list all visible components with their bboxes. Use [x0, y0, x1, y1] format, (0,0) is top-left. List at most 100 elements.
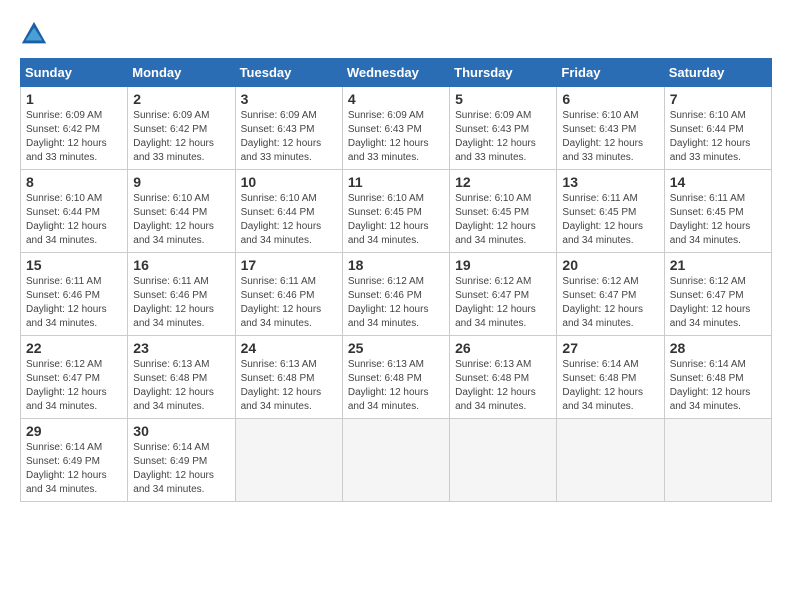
- day-info: Sunrise: 6:12 AMSunset: 6:47 PMDaylight:…: [562, 276, 643, 329]
- calendar-cell: 27 Sunrise: 6:14 AMSunset: 6:48 PMDaylig…: [557, 336, 664, 419]
- day-number: 19: [455, 257, 551, 273]
- calendar-cell: 5 Sunrise: 6:09 AMSunset: 6:43 PMDayligh…: [450, 87, 557, 170]
- calendar-cell: [450, 419, 557, 502]
- day-info: Sunrise: 6:14 AMSunset: 6:49 PMDaylight:…: [26, 442, 107, 495]
- day-number: 14: [670, 174, 766, 190]
- day-info: Sunrise: 6:11 AMSunset: 6:46 PMDaylight:…: [26, 276, 107, 329]
- day-number: 13: [562, 174, 658, 190]
- day-number: 21: [670, 257, 766, 273]
- day-info: Sunrise: 6:09 AMSunset: 6:43 PMDaylight:…: [348, 110, 429, 163]
- day-info: Sunrise: 6:11 AMSunset: 6:46 PMDaylight:…: [241, 276, 322, 329]
- day-info: Sunrise: 6:09 AMSunset: 6:42 PMDaylight:…: [26, 110, 107, 163]
- calendar-week-row: 15 Sunrise: 6:11 AMSunset: 6:46 PMDaylig…: [21, 253, 772, 336]
- day-number: 17: [241, 257, 337, 273]
- day-number: 9: [133, 174, 229, 190]
- calendar-week-row: 22 Sunrise: 6:12 AMSunset: 6:47 PMDaylig…: [21, 336, 772, 419]
- calendar-cell: 20 Sunrise: 6:12 AMSunset: 6:47 PMDaylig…: [557, 253, 664, 336]
- calendar-cell: 4 Sunrise: 6:09 AMSunset: 6:43 PMDayligh…: [342, 87, 449, 170]
- calendar-cell: 7 Sunrise: 6:10 AMSunset: 6:44 PMDayligh…: [664, 87, 771, 170]
- calendar-cell: 13 Sunrise: 6:11 AMSunset: 6:45 PMDaylig…: [557, 170, 664, 253]
- day-info: Sunrise: 6:12 AMSunset: 6:46 PMDaylight:…: [348, 276, 429, 329]
- day-number: 12: [455, 174, 551, 190]
- day-number: 23: [133, 340, 229, 356]
- day-info: Sunrise: 6:11 AMSunset: 6:45 PMDaylight:…: [562, 193, 643, 246]
- day-info: Sunrise: 6:10 AMSunset: 6:45 PMDaylight:…: [455, 193, 536, 246]
- day-header-wednesday: Wednesday: [342, 59, 449, 87]
- day-number: 30: [133, 423, 229, 439]
- calendar-cell: 10 Sunrise: 6:10 AMSunset: 6:44 PMDaylig…: [235, 170, 342, 253]
- calendar-table: SundayMondayTuesdayWednesdayThursdayFrid…: [20, 58, 772, 502]
- calendar-cell: 26 Sunrise: 6:13 AMSunset: 6:48 PMDaylig…: [450, 336, 557, 419]
- day-info: Sunrise: 6:13 AMSunset: 6:48 PMDaylight:…: [455, 359, 536, 412]
- calendar-cell: 14 Sunrise: 6:11 AMSunset: 6:45 PMDaylig…: [664, 170, 771, 253]
- calendar-cell: [235, 419, 342, 502]
- day-info: Sunrise: 6:13 AMSunset: 6:48 PMDaylight:…: [133, 359, 214, 412]
- calendar-cell: 11 Sunrise: 6:10 AMSunset: 6:45 PMDaylig…: [342, 170, 449, 253]
- calendar-cell: 24 Sunrise: 6:13 AMSunset: 6:48 PMDaylig…: [235, 336, 342, 419]
- day-info: Sunrise: 6:11 AMSunset: 6:45 PMDaylight:…: [670, 193, 751, 246]
- calendar-cell: 12 Sunrise: 6:10 AMSunset: 6:45 PMDaylig…: [450, 170, 557, 253]
- calendar-cell: [557, 419, 664, 502]
- day-info: Sunrise: 6:10 AMSunset: 6:44 PMDaylight:…: [26, 193, 107, 246]
- day-number: 7: [670, 91, 766, 107]
- day-info: Sunrise: 6:12 AMSunset: 6:47 PMDaylight:…: [26, 359, 107, 412]
- calendar-cell: [664, 419, 771, 502]
- day-header-friday: Friday: [557, 59, 664, 87]
- day-info: Sunrise: 6:14 AMSunset: 6:48 PMDaylight:…: [562, 359, 643, 412]
- day-number: 29: [26, 423, 122, 439]
- calendar-cell: 25 Sunrise: 6:13 AMSunset: 6:48 PMDaylig…: [342, 336, 449, 419]
- day-number: 24: [241, 340, 337, 356]
- calendar-cell: 18 Sunrise: 6:12 AMSunset: 6:46 PMDaylig…: [342, 253, 449, 336]
- day-number: 28: [670, 340, 766, 356]
- day-info: Sunrise: 6:09 AMSunset: 6:42 PMDaylight:…: [133, 110, 214, 163]
- day-number: 4: [348, 91, 444, 107]
- day-number: 16: [133, 257, 229, 273]
- calendar-cell: 23 Sunrise: 6:13 AMSunset: 6:48 PMDaylig…: [128, 336, 235, 419]
- day-number: 22: [26, 340, 122, 356]
- day-number: 11: [348, 174, 444, 190]
- day-header-thursday: Thursday: [450, 59, 557, 87]
- day-header-monday: Monday: [128, 59, 235, 87]
- day-info: Sunrise: 6:13 AMSunset: 6:48 PMDaylight:…: [241, 359, 322, 412]
- day-info: Sunrise: 6:09 AMSunset: 6:43 PMDaylight:…: [241, 110, 322, 163]
- calendar-cell: 21 Sunrise: 6:12 AMSunset: 6:47 PMDaylig…: [664, 253, 771, 336]
- calendar-week-row: 1 Sunrise: 6:09 AMSunset: 6:42 PMDayligh…: [21, 87, 772, 170]
- day-number: 3: [241, 91, 337, 107]
- day-number: 10: [241, 174, 337, 190]
- day-info: Sunrise: 6:12 AMSunset: 6:47 PMDaylight:…: [670, 276, 751, 329]
- day-header-sunday: Sunday: [21, 59, 128, 87]
- calendar-cell: 19 Sunrise: 6:12 AMSunset: 6:47 PMDaylig…: [450, 253, 557, 336]
- day-header-saturday: Saturday: [664, 59, 771, 87]
- day-number: 25: [348, 340, 444, 356]
- logo-icon: [20, 20, 48, 48]
- calendar-cell: 29 Sunrise: 6:14 AMSunset: 6:49 PMDaylig…: [21, 419, 128, 502]
- day-info: Sunrise: 6:10 AMSunset: 6:44 PMDaylight:…: [670, 110, 751, 163]
- calendar-week-row: 8 Sunrise: 6:10 AMSunset: 6:44 PMDayligh…: [21, 170, 772, 253]
- day-number: 1: [26, 91, 122, 107]
- day-info: Sunrise: 6:12 AMSunset: 6:47 PMDaylight:…: [455, 276, 536, 329]
- calendar-header-row: SundayMondayTuesdayWednesdayThursdayFrid…: [21, 59, 772, 87]
- calendar-cell: 3 Sunrise: 6:09 AMSunset: 6:43 PMDayligh…: [235, 87, 342, 170]
- day-info: Sunrise: 6:10 AMSunset: 6:45 PMDaylight:…: [348, 193, 429, 246]
- day-number: 2: [133, 91, 229, 107]
- day-number: 5: [455, 91, 551, 107]
- day-number: 18: [348, 257, 444, 273]
- calendar-cell: 8 Sunrise: 6:10 AMSunset: 6:44 PMDayligh…: [21, 170, 128, 253]
- day-info: Sunrise: 6:10 AMSunset: 6:44 PMDaylight:…: [241, 193, 322, 246]
- logo: [20, 20, 52, 48]
- calendar-cell: 16 Sunrise: 6:11 AMSunset: 6:46 PMDaylig…: [128, 253, 235, 336]
- day-info: Sunrise: 6:10 AMSunset: 6:44 PMDaylight:…: [133, 193, 214, 246]
- calendar-cell: 22 Sunrise: 6:12 AMSunset: 6:47 PMDaylig…: [21, 336, 128, 419]
- day-info: Sunrise: 6:10 AMSunset: 6:43 PMDaylight:…: [562, 110, 643, 163]
- calendar-cell: 9 Sunrise: 6:10 AMSunset: 6:44 PMDayligh…: [128, 170, 235, 253]
- day-info: Sunrise: 6:09 AMSunset: 6:43 PMDaylight:…: [455, 110, 536, 163]
- day-number: 27: [562, 340, 658, 356]
- day-header-tuesday: Tuesday: [235, 59, 342, 87]
- header: [20, 20, 772, 48]
- day-number: 15: [26, 257, 122, 273]
- calendar-cell: 1 Sunrise: 6:09 AMSunset: 6:42 PMDayligh…: [21, 87, 128, 170]
- day-number: 8: [26, 174, 122, 190]
- day-number: 20: [562, 257, 658, 273]
- day-info: Sunrise: 6:13 AMSunset: 6:48 PMDaylight:…: [348, 359, 429, 412]
- day-number: 6: [562, 91, 658, 107]
